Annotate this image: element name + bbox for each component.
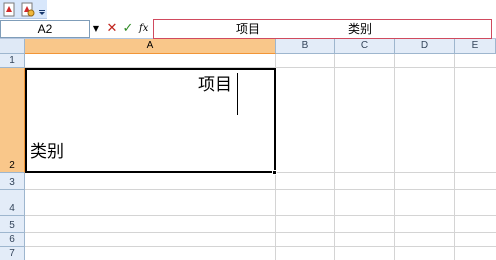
row-header-6[interactable]: 6 — [0, 233, 25, 247]
row-header-5[interactable]: 5 — [0, 216, 25, 233]
cell-text-line2: 类别 — [30, 142, 64, 162]
column-header-e[interactable]: E — [455, 39, 496, 54]
row-label-6: 6 — [9, 234, 15, 245]
gridline — [25, 189, 496, 190]
name-box[interactable]: A2 — [0, 20, 90, 38]
formula-text-line2: 类别 — [348, 22, 373, 36]
gridline — [454, 54, 455, 260]
row-header-4[interactable]: 4 — [0, 190, 25, 216]
row-label-2: 2 — [9, 160, 15, 171]
pdf-settings-icon[interactable] — [20, 2, 35, 17]
column-header-c[interactable]: C — [335, 39, 395, 54]
cancel-icon[interactable]: ✕ — [105, 20, 119, 38]
row-label-4: 4 — [9, 203, 15, 214]
gridline — [25, 215, 496, 216]
row-header-7[interactable]: 7 — [0, 247, 25, 260]
fill-handle[interactable] — [272, 170, 277, 175]
row-label-1: 1 — [9, 55, 15, 66]
row-header-3[interactable]: 3 — [0, 173, 25, 190]
gridline — [25, 232, 496, 233]
text-cursor — [237, 73, 238, 115]
column-header-b[interactable]: B — [276, 39, 335, 54]
toolbar — [0, 0, 496, 19]
pdf-export-icon[interactable] — [2, 2, 17, 17]
row-label-3: 3 — [9, 177, 15, 188]
row-label-7: 7 — [9, 248, 15, 259]
select-all-corner[interactable] — [0, 39, 25, 54]
insert-function-icon[interactable]: fx — [139, 20, 151, 38]
enter-icon[interactable]: ✓ — [121, 20, 135, 38]
column-header-d[interactable]: D — [395, 39, 455, 54]
formula-input[interactable]: 项目 类别 — [153, 19, 492, 39]
formula-text-line1: 项目 — [236, 22, 261, 36]
column-header-a[interactable]: A — [25, 39, 276, 54]
gridline — [334, 54, 335, 260]
row-header-2[interactable]: 2 — [0, 68, 25, 173]
row-header-1[interactable]: 1 — [0, 54, 25, 68]
toolbar-options-icon[interactable] — [38, 2, 46, 17]
name-box-dropdown-icon[interactable]: ▼ — [90, 20, 102, 38]
gridline — [25, 246, 496, 247]
cell-text-line1: 项目 — [198, 75, 232, 95]
gridline — [394, 54, 395, 260]
row-label-5: 5 — [9, 220, 15, 231]
